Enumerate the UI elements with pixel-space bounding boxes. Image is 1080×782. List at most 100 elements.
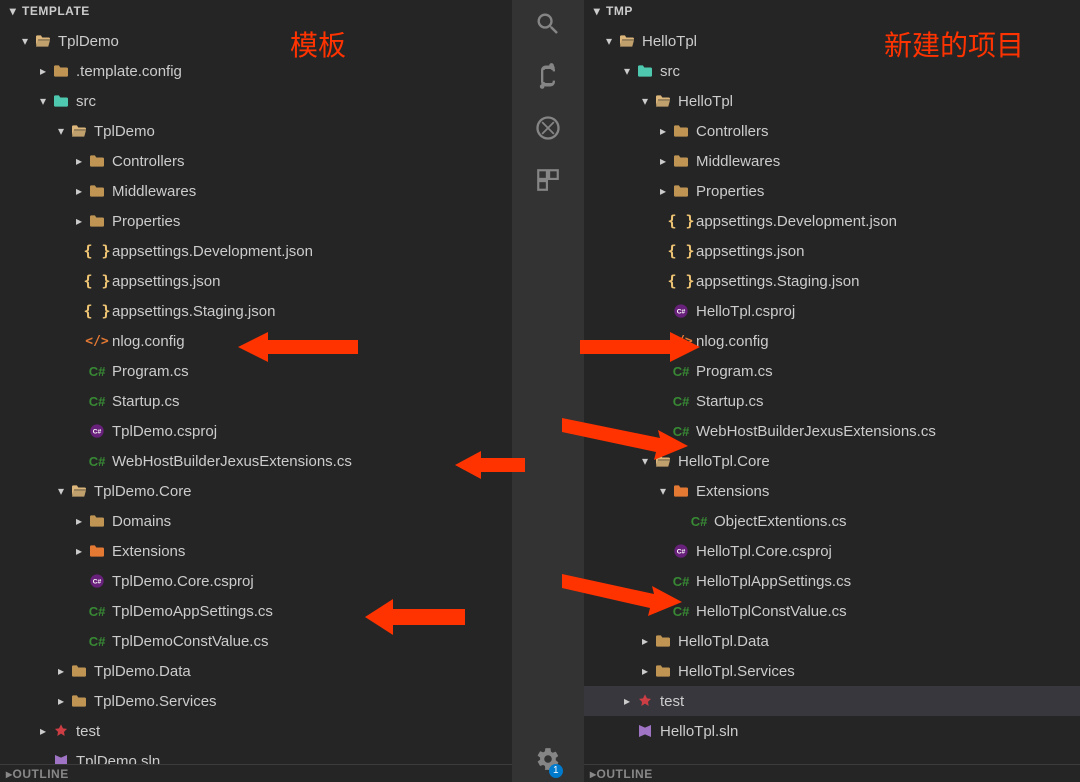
tree-row[interactable]: C#Startup.cs bbox=[584, 386, 1080, 416]
tree-row[interactable]: ▾TplDemo bbox=[0, 116, 512, 146]
tree-row[interactable]: ▸.template.config bbox=[0, 56, 512, 86]
folder-open-icon bbox=[652, 94, 674, 108]
tree-row[interactable]: ▾src bbox=[584, 56, 1080, 86]
tree-row[interactable]: C#TplDemo.csproj bbox=[0, 416, 512, 446]
chevron-down-icon: ▾ bbox=[656, 484, 670, 498]
tree-row[interactable]: C#HelloTplConstValue.cs bbox=[584, 596, 1080, 626]
tree-row[interactable]: ▾src bbox=[0, 86, 512, 116]
json-icon: { } bbox=[670, 272, 692, 290]
csharp-icon: C# bbox=[670, 364, 692, 379]
tree-row[interactable]: C#TplDemoAppSettings.cs bbox=[0, 596, 512, 626]
tree-row[interactable]: C#ObjectExtentions.cs bbox=[584, 506, 1080, 536]
csproj-icon: C# bbox=[670, 543, 692, 559]
tree-row[interactable]: ▸test bbox=[584, 686, 1080, 716]
tree-item-label: Extensions bbox=[112, 543, 185, 560]
tree-row[interactable]: ▸ Controllers bbox=[0, 146, 512, 176]
chevron-down-icon: ▾ bbox=[18, 34, 32, 48]
tree-row[interactable]: ▸ test bbox=[0, 716, 512, 746]
right-tree: ▾HelloTpl▾src▾HelloTpl▸Controllers▸Middl… bbox=[584, 22, 1080, 746]
chevron-right-icon: ▸ bbox=[72, 184, 86, 198]
extensions-icon[interactable] bbox=[532, 164, 564, 196]
tree-item-label: Middlewares bbox=[696, 153, 780, 170]
tree-row[interactable]: C#Startup.cs bbox=[0, 386, 512, 416]
tree-row[interactable]: C#Program.cs bbox=[0, 356, 512, 386]
chevron-right-icon: ▸ bbox=[72, 514, 86, 528]
chevron-right-icon: ▸ bbox=[54, 664, 68, 678]
tree-item-label: test bbox=[76, 723, 100, 740]
tree-row[interactable]: ▾HelloTpl bbox=[584, 26, 1080, 56]
tree-row[interactable]: ▸ Extensions bbox=[0, 536, 512, 566]
config-icon: </> bbox=[670, 334, 692, 349]
tree-row[interactable]: C#Program.cs bbox=[584, 356, 1080, 386]
tree-row[interactable]: ▸Properties bbox=[584, 176, 1080, 206]
tree-row[interactable]: ▾Extensions bbox=[584, 476, 1080, 506]
tree-item-label: TplDemo bbox=[94, 123, 155, 140]
tree-row[interactable]: ▸ Middlewares bbox=[0, 176, 512, 206]
right-section-header[interactable]: ▾ TMP bbox=[584, 0, 1080, 22]
tree-item-label: Controllers bbox=[112, 153, 185, 170]
tree-row[interactable]: ▸Middlewares bbox=[584, 146, 1080, 176]
tree-row[interactable]: ▸HelloTpl.Data bbox=[584, 626, 1080, 656]
chevron-right-icon: ▸ bbox=[72, 154, 86, 168]
tree-row[interactable]: ▾HelloTpl.Core bbox=[584, 446, 1080, 476]
chevron-down-icon: ▾ bbox=[36, 94, 50, 108]
tree-item-label: TplDemoConstValue.cs bbox=[112, 633, 268, 650]
tree-row[interactable]: HelloTpl.sln bbox=[584, 716, 1080, 746]
tree-row[interactable]: C#HelloTpl.csproj bbox=[584, 296, 1080, 326]
svg-text:C#: C# bbox=[93, 429, 102, 436]
tree-item-label: HelloTpl bbox=[642, 33, 697, 50]
tree-row[interactable]: { }appsettings.json bbox=[584, 236, 1080, 266]
csharp-icon: C# bbox=[86, 454, 108, 469]
tree-item-label: Properties bbox=[112, 213, 180, 230]
tree-row[interactable]: ▸TplDemo.Services bbox=[0, 686, 512, 716]
tree-row[interactable]: ▾ TplDemo bbox=[0, 26, 512, 56]
tree-row[interactable]: { }appsettings.Staging.json bbox=[0, 296, 512, 326]
tree-row[interactable]: { }appsettings.Staging.json bbox=[584, 266, 1080, 296]
tree-row[interactable]: ▸Controllers bbox=[584, 116, 1080, 146]
tree-item-label: Middlewares bbox=[112, 183, 196, 200]
search-icon[interactable] bbox=[532, 8, 564, 40]
extensions-folder-icon bbox=[86, 544, 108, 558]
chevron-right-icon: ▸ bbox=[36, 724, 50, 738]
tree-row[interactable]: ▸Properties bbox=[0, 206, 512, 236]
tree-row[interactable]: C#TplDemo.Core.csproj bbox=[0, 566, 512, 596]
tree-row[interactable]: ▸TplDemo.Data bbox=[0, 656, 512, 686]
chevron-down-icon: ▾ bbox=[620, 64, 634, 78]
folder-icon bbox=[68, 694, 90, 708]
src-folder-icon bbox=[634, 64, 656, 78]
test-folder-icon bbox=[634, 693, 656, 709]
tree-row[interactable]: { }appsettings.Development.json bbox=[0, 236, 512, 266]
tree-row[interactable]: </>nlog.config bbox=[584, 326, 1080, 356]
tree-row[interactable]: C#HelloTpl.Core.csproj bbox=[584, 536, 1080, 566]
chevron-right-icon: ▸ bbox=[72, 544, 86, 558]
tree-item-label: HelloTpl.Services bbox=[678, 663, 795, 680]
right-header-label: TMP bbox=[606, 4, 633, 18]
left-section-header[interactable]: ▾ TEMPLATE bbox=[0, 0, 512, 22]
tree-row[interactable]: ▸HelloTpl.Services bbox=[584, 656, 1080, 686]
tree-row[interactable]: ▾HelloTpl bbox=[584, 86, 1080, 116]
source-control-icon[interactable] bbox=[532, 60, 564, 92]
debug-icon[interactable] bbox=[532, 112, 564, 144]
right-outline-header[interactable]: ▸ OUTLINE bbox=[584, 764, 1080, 782]
tree-row[interactable]: C#TplDemoConstValue.cs bbox=[0, 626, 512, 656]
tree-row[interactable]: ▸Domains bbox=[0, 506, 512, 536]
tree-row[interactable]: C#WebHostBuilderJexusExtensions.cs bbox=[584, 416, 1080, 446]
chevron-right-icon: ▸ bbox=[36, 64, 50, 78]
tree-item-label: WebHostBuilderJexusExtensions.cs bbox=[112, 453, 352, 470]
tree-item-label: Startup.cs bbox=[112, 393, 180, 410]
json-icon: { } bbox=[670, 242, 692, 260]
settings-gear-icon[interactable]: 1 bbox=[535, 746, 561, 776]
tree-row[interactable]: </>nlog.config bbox=[0, 326, 512, 356]
tree-item-label: TplDemo bbox=[58, 33, 119, 50]
tree-row[interactable]: C# WebHostBuilderJexusExtensions.cs bbox=[0, 446, 512, 476]
tree-item-label: appsettings.Staging.json bbox=[112, 303, 275, 320]
tree-row[interactable]: ▾TplDemo.Core bbox=[0, 476, 512, 506]
csharp-icon: C# bbox=[86, 604, 108, 619]
tree-row[interactable]: C#HelloTplAppSettings.cs bbox=[584, 566, 1080, 596]
tree-item-label: Properties bbox=[696, 183, 764, 200]
left-outline-header[interactable]: ▸ OUTLINE bbox=[0, 764, 512, 782]
tree-row[interactable]: { }appsettings.Development.json bbox=[584, 206, 1080, 236]
csharp-icon: C# bbox=[688, 514, 710, 529]
tree-row[interactable]: { }appsettings.json bbox=[0, 266, 512, 296]
chevron-right-icon: ▸ bbox=[638, 634, 652, 648]
